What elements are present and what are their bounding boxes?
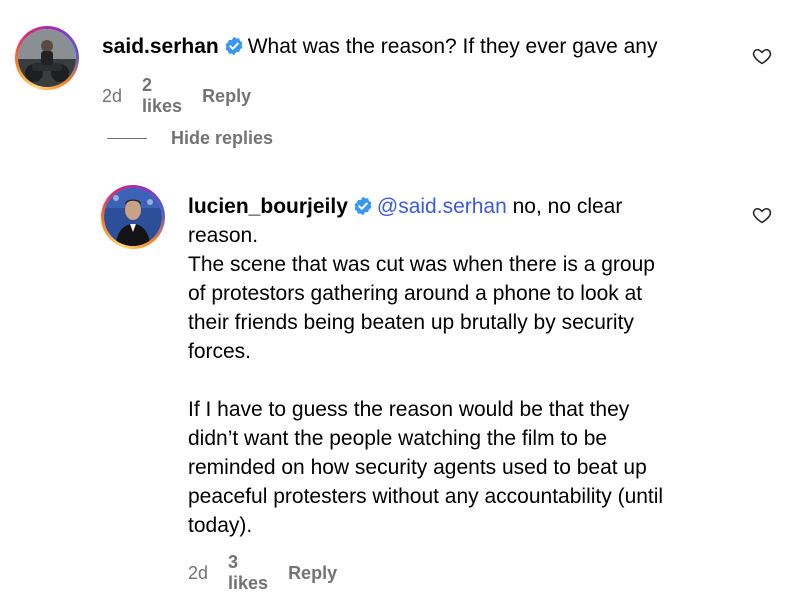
comment-meta: 2d 3 likes Reply (188, 552, 337, 594)
mention-link[interactable]: @said.serhan (377, 195, 507, 218)
avatar-said-serhan[interactable] (15, 26, 79, 90)
comment-likes-link[interactable]: 3 likes (228, 552, 268, 594)
profile-photo-portrait (104, 188, 162, 246)
heart-outline-icon[interactable] (752, 46, 772, 66)
comment-username[interactable]: said.serhan (102, 35, 219, 58)
comment-time: 2d (188, 562, 209, 583)
comment-username[interactable]: lucien_bourjeily (188, 195, 348, 218)
comment-text: What was the reason? If they ever gave a… (247, 35, 658, 58)
heart-outline-icon[interactable] (752, 205, 772, 225)
verified-badge-icon (224, 36, 244, 56)
comment-likes-link[interactable]: 2 likes (142, 75, 182, 117)
verified-badge-icon (353, 196, 373, 216)
hide-replies-label: Hide replies (171, 128, 274, 148)
comment-time: 2d (102, 85, 123, 106)
comment-body: lucien_bourjeily @said.serhan no, no clea… (188, 192, 748, 540)
avatar-lucien-bourjeily[interactable] (101, 185, 165, 249)
comment-text: no, no clear reason. The scene that was … (188, 195, 664, 537)
comment-body: said.serhan What was the reason? If they … (102, 32, 742, 61)
hide-replies-button[interactable]: Hide replies (107, 128, 273, 149)
profile-photo-motorcycle (18, 29, 76, 87)
comment-meta: 2d 2 likes Reply (102, 75, 251, 117)
replies-divider (107, 138, 147, 139)
reply-button[interactable]: Reply (202, 86, 251, 107)
reply-button[interactable]: Reply (288, 563, 337, 584)
